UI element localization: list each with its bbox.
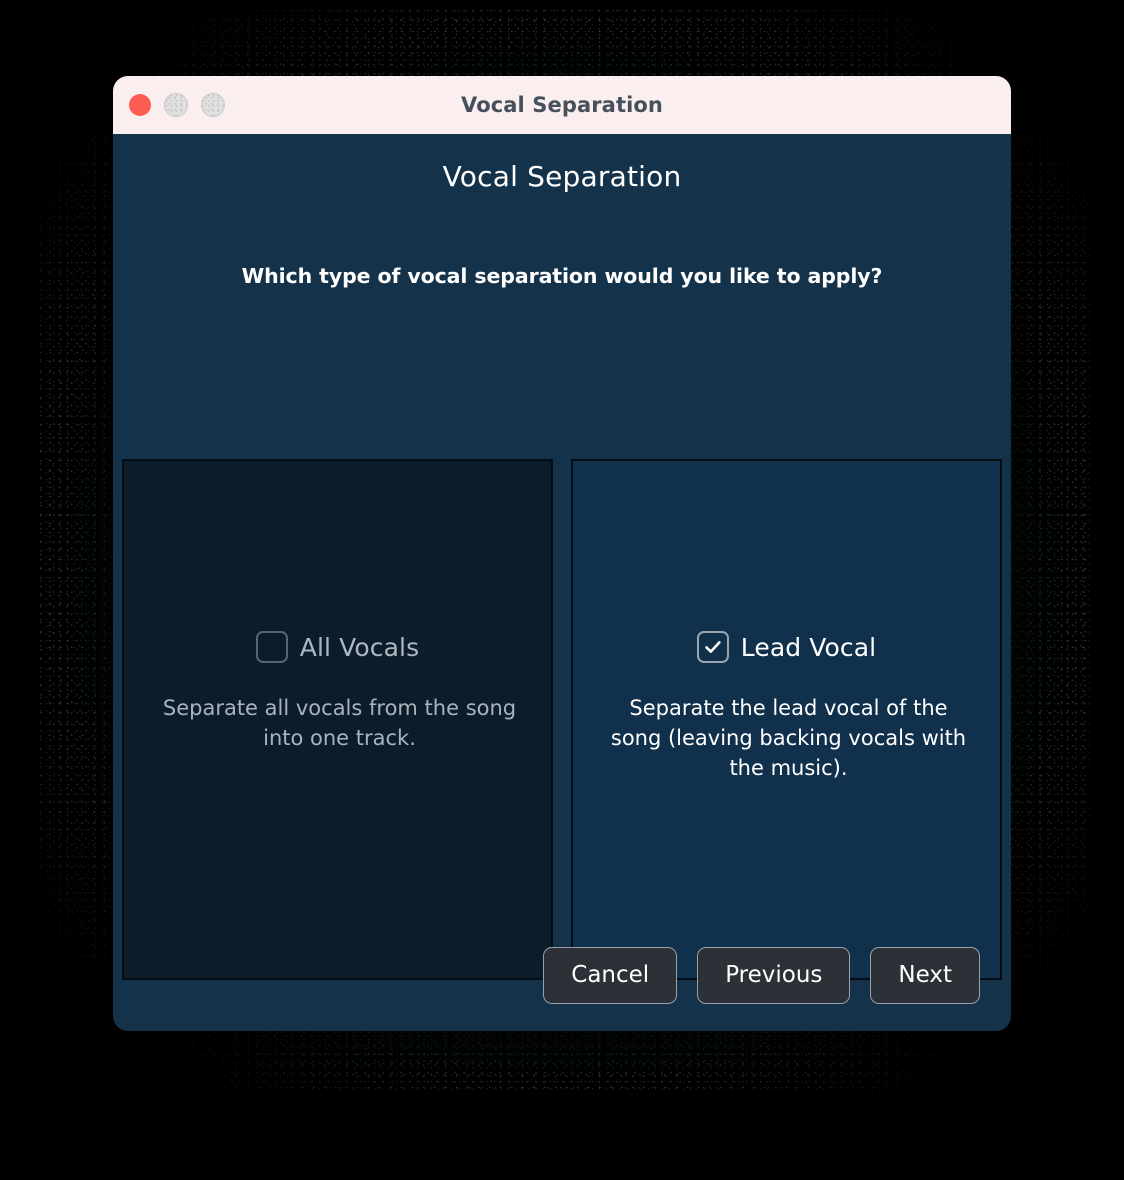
dialog-footer: Cancel Previous Next [113, 919, 1011, 1031]
page-title: Vocal Separation [442, 160, 682, 193]
vocal-separation-window: Vocal Separation Vocal Separation Which … [113, 76, 1011, 1031]
checkmark-icon [704, 641, 721, 653]
option-header-all-vocals[interactable]: All Vocals [124, 631, 551, 663]
option-description-lead-vocal: Separate the lead vocal of the song (lea… [610, 696, 967, 780]
checkbox-all-vocals[interactable] [255, 631, 288, 663]
option-label-lead-vocal: Lead Vocal [740, 632, 877, 662]
minimize-window-button[interactable] [164, 93, 188, 117]
zoom-window-button[interactable] [201, 93, 225, 117]
option-label-all-vocals: All Vocals [299, 632, 420, 662]
cancel-button[interactable]: Cancel [543, 946, 678, 1004]
window-titlebar: Vocal Separation [113, 76, 1011, 134]
checkbox-lead-vocal[interactable] [696, 631, 729, 663]
window-title: Vocal Separation [461, 93, 663, 117]
dialog-body: Vocal Separation Which type of vocal sep… [113, 134, 1011, 1031]
close-window-button[interactable] [129, 94, 151, 116]
next-button[interactable]: Next [870, 946, 980, 1004]
option-panel-lead-vocal[interactable]: Lead Vocal Separate the lead vocal of th… [571, 459, 1002, 980]
option-panel-all-vocals[interactable]: All Vocals Separate all vocals from the … [122, 459, 553, 980]
previous-button[interactable]: Previous [697, 946, 851, 1004]
traffic-light-group [129, 76, 225, 134]
option-panel-group: All Vocals Separate all vocals from the … [122, 459, 1002, 980]
option-description-all-vocals: Separate all vocals from the song into o… [162, 696, 517, 750]
prompt-question: Which type of vocal separation would you… [241, 264, 883, 288]
option-header-lead-vocal[interactable]: Lead Vocal [573, 631, 1000, 663]
